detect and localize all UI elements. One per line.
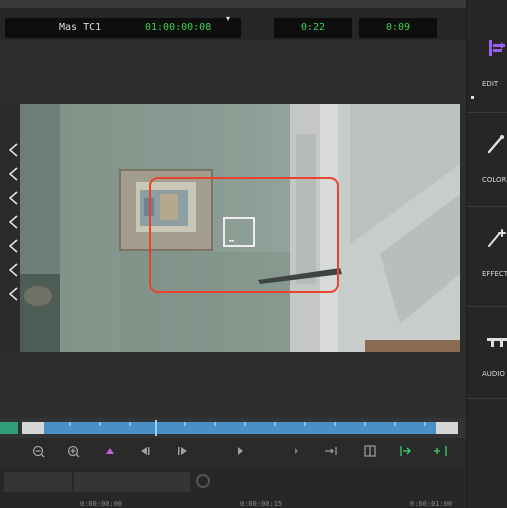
step-back-icon	[141, 447, 150, 455]
sidebar-label-effects: EFFECT	[482, 270, 507, 278]
sidebar-separator	[467, 306, 507, 307]
marker-icon	[8, 143, 18, 157]
timeline-playhead	[155, 420, 157, 436]
sidebar-separator	[467, 398, 507, 399]
marker-icon	[8, 191, 18, 205]
transport-controls	[0, 438, 466, 466]
zoom-in-icon	[67, 445, 80, 458]
effects-icon	[488, 229, 506, 247]
step-forward-icon	[178, 447, 187, 455]
audio-icon	[487, 338, 507, 347]
add-edit-icon	[434, 446, 447, 456]
trim-icon	[325, 447, 337, 455]
sidebar-label-edit: EDIT	[482, 80, 499, 88]
timecode-dropdown-icon[interactable]: ▾	[226, 14, 230, 23]
video-viewer[interactable]	[20, 104, 460, 352]
ruler-time-1: 0:00:00:15	[240, 500, 282, 508]
top-strip	[0, 0, 466, 8]
bottom-field-2[interactable]	[74, 472, 190, 492]
master-timecode-display[interactable]: Mas TC1 01:00:00:08	[5, 18, 241, 38]
timecode-bar: Mas TC1 01:00:00:08 ▾ 0:22 0:09	[0, 8, 466, 40]
page-switcher-sidebar: EDIT COLOR EFFECT AUDIO	[466, 0, 507, 508]
sidebar-label-audio: AUDIO	[482, 370, 505, 378]
zoom-out-icon	[32, 445, 45, 458]
sidebar-separator	[467, 206, 507, 207]
duration-display: 0:22	[274, 18, 352, 38]
timecode-source-label: Mas TC1	[59, 22, 102, 33]
marker-icon	[8, 167, 18, 181]
viewer-upper-area	[0, 40, 466, 104]
master-timecode-value: 01:00:00:08	[145, 22, 212, 33]
marker-column	[0, 104, 20, 352]
extend-edit-icon	[400, 446, 411, 456]
remaining-display: 0:09	[359, 18, 437, 38]
shuttle-icon	[295, 448, 298, 454]
timeline-scrubber[interactable]	[0, 418, 466, 438]
active-indicator	[471, 96, 474, 99]
ruler-time-2: 0:00:01:00	[410, 500, 452, 508]
sidebar-item-color[interactable]: COLOR	[467, 120, 507, 200]
sidebar-item-effects[interactable]: EFFECT	[467, 214, 507, 294]
marker-icon	[8, 287, 18, 301]
marker-icon	[8, 263, 18, 277]
play-icon	[238, 447, 243, 455]
record-circle-icon[interactable]	[196, 474, 210, 488]
ruler-time-0: 0:00:00:00	[80, 500, 122, 508]
sidebar-item-audio[interactable]: AUDIO	[467, 314, 507, 394]
marker-icon	[8, 215, 18, 229]
viewer-lower-area	[0, 352, 466, 418]
sidebar-item-edit[interactable]: EDIT	[467, 20, 507, 100]
bottom-field[interactable]	[4, 472, 72, 492]
color-icon	[487, 136, 503, 154]
marker-icon	[8, 239, 18, 253]
split-view-icon	[364, 445, 376, 457]
sidebar-label-color: COLOR	[482, 176, 507, 184]
mark-icon	[106, 448, 114, 454]
edit-icon	[489, 40, 505, 56]
sidebar-separator	[467, 112, 507, 113]
